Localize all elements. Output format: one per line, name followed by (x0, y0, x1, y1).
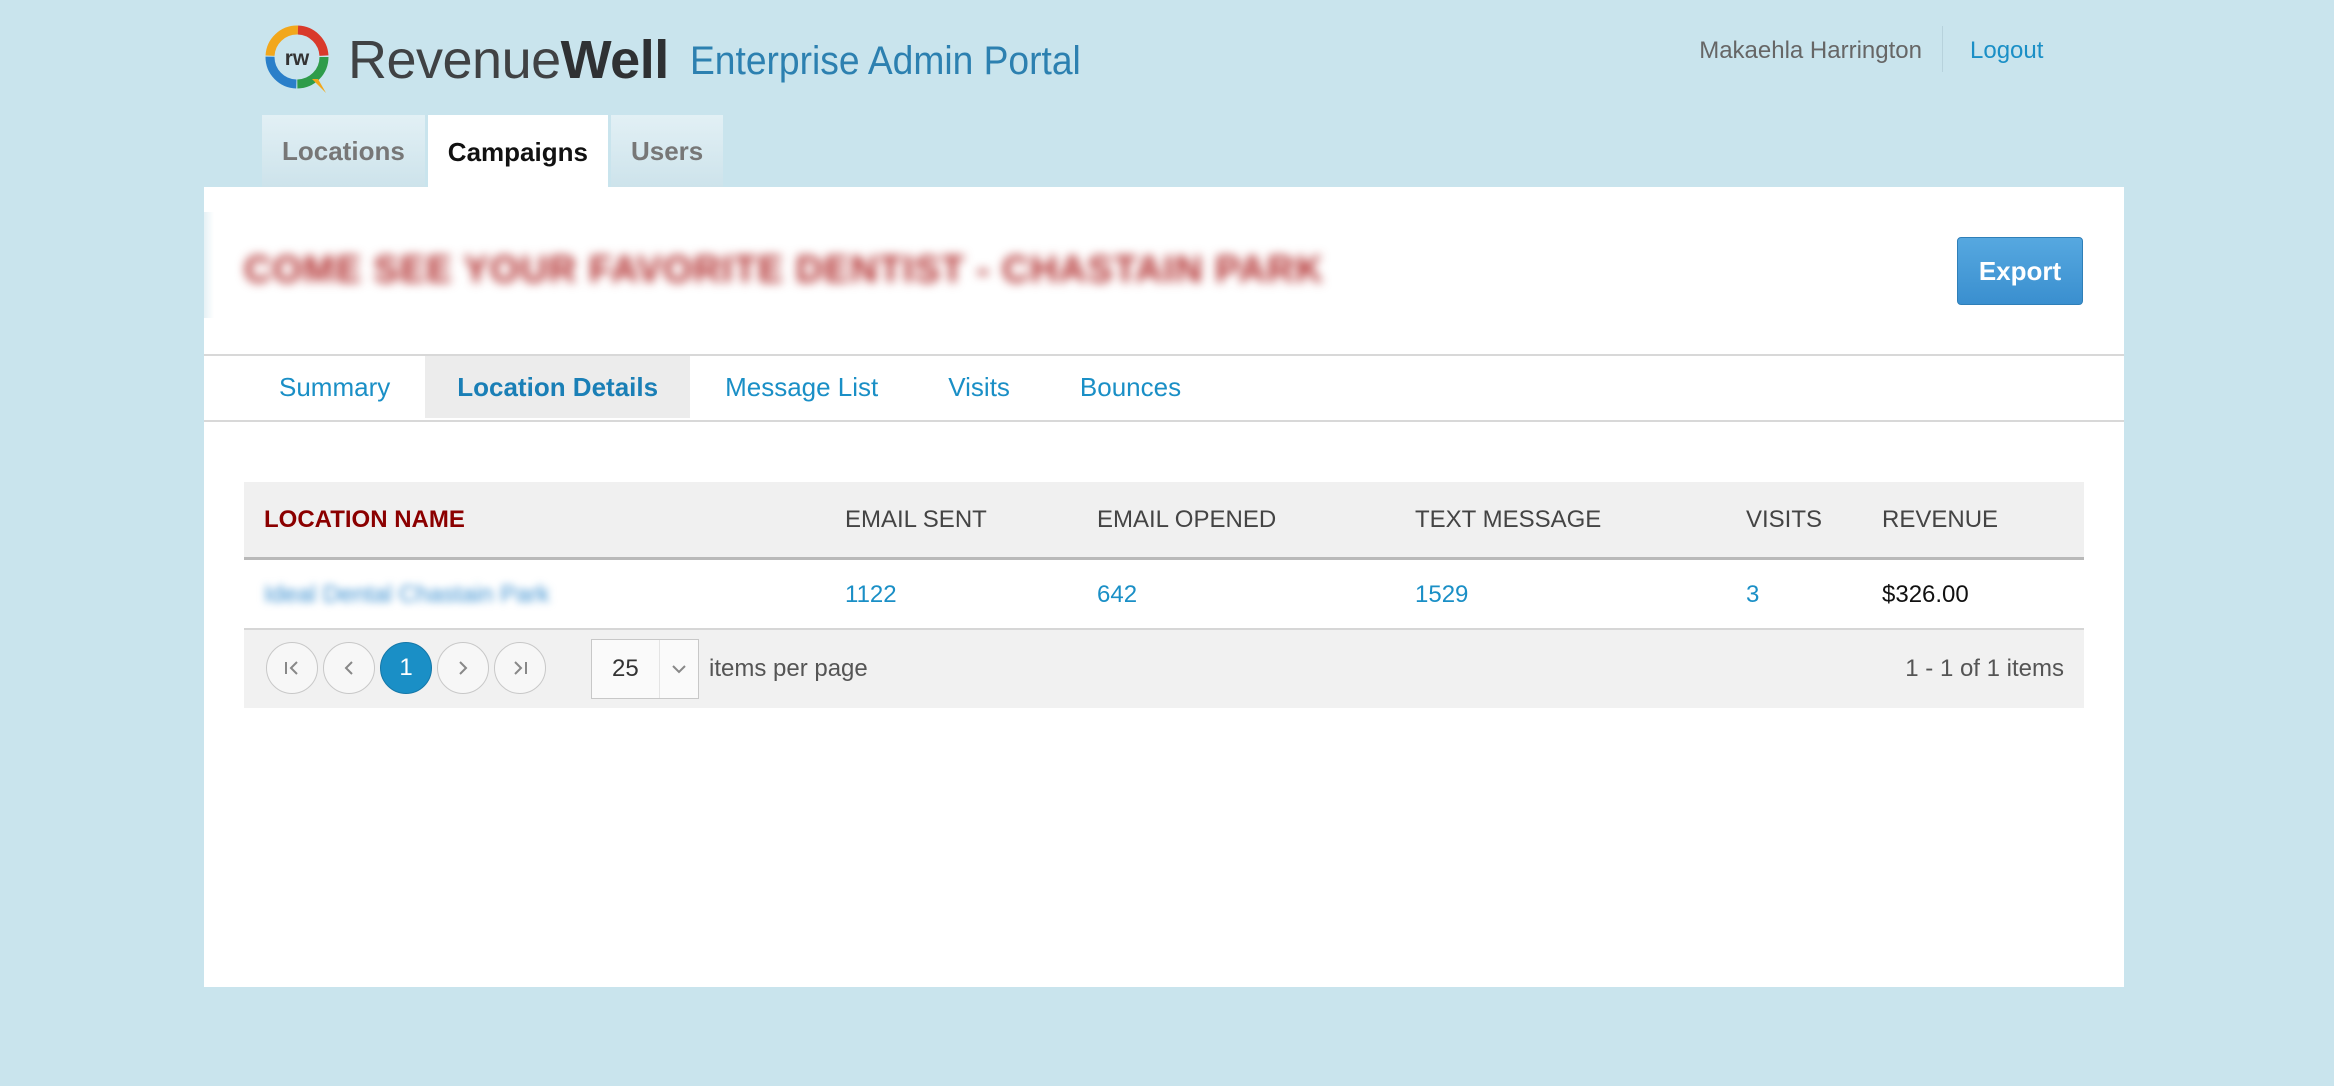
brand-name-light: Revenue (348, 30, 561, 90)
last-page-button[interactable] (494, 642, 546, 694)
content-panel: COME SEE YOUR FAVORITE DENTIST - CHASTAI… (204, 187, 2124, 987)
location-details-grid: LOCATION NAME EMAIL SENT EMAIL OPENED TE… (244, 482, 2084, 708)
user-name: Makaehla Harrington (1699, 37, 1922, 64)
tab-locations[interactable]: Locations (262, 115, 425, 187)
header-divider (1942, 26, 1943, 72)
page-size-dropdown[interactable] (658, 640, 698, 698)
brand-name-bold: Well (560, 30, 670, 90)
export-button[interactable]: Export (1957, 237, 2083, 305)
logout-link[interactable]: Logout (1970, 36, 2043, 66)
portal-title: Enterprise Admin Portal (690, 39, 1081, 83)
column-header-location-name[interactable]: LOCATION NAME (264, 482, 465, 557)
tab-users[interactable]: Users (610, 115, 724, 187)
location-name-link[interactable]: Ideal Dental Chastain Park (264, 560, 550, 630)
tab-location-details[interactable]: Location Details (425, 356, 691, 418)
brand-name: RevenueWell (348, 28, 669, 92)
campaign-header: COME SEE YOUR FAVORITE DENTIST - CHASTAI… (204, 187, 2124, 356)
first-page-icon (285, 661, 298, 675)
items-per-page-label: items per page (709, 655, 868, 682)
revenue-value: $326.00 (1882, 581, 1969, 608)
current-page-button[interactable]: 1 (380, 642, 432, 694)
page-size-value: 25 (612, 655, 639, 682)
grid-header: LOCATION NAME EMAIL SENT EMAIL OPENED TE… (244, 482, 2084, 560)
chevron-down-icon (672, 665, 686, 674)
last-page-icon (514, 661, 527, 675)
tab-bounces[interactable]: Bounces (1045, 356, 1216, 418)
main-tabs: Locations Campaigns Users (262, 115, 724, 189)
column-header-visits[interactable]: VISITS (1746, 482, 1822, 557)
visits-link[interactable]: 3 (1746, 560, 1759, 630)
revenuewell-logo: rw (262, 23, 332, 95)
tab-visits[interactable]: Visits (913, 356, 1045, 418)
column-header-revenue[interactable]: REVENUE (1882, 482, 1998, 557)
table-row: Ideal Dental Chastain Park 1122 642 1529… (244, 560, 2084, 630)
svg-text:rw: rw (285, 47, 310, 70)
campaign-title: COME SEE YOUR FAVORITE DENTIST - CHASTAI… (244, 249, 1324, 291)
text-message-link[interactable]: 1529 (1415, 560, 1468, 630)
chevron-left-icon (344, 661, 353, 675)
campaign-header-accent (204, 212, 214, 318)
tab-campaigns[interactable]: Campaigns (427, 115, 608, 189)
page-size-select[interactable]: 25 (591, 639, 699, 699)
column-header-email-sent[interactable]: EMAIL SENT (845, 482, 987, 557)
tab-summary[interactable]: Summary (244, 356, 425, 418)
sub-tabs-divider (204, 420, 2124, 422)
grid-pager: 1 25 items per page 1 - 1 of 1 items (244, 630, 2084, 708)
first-page-button[interactable] (266, 642, 318, 694)
column-header-email-opened[interactable]: EMAIL OPENED (1097, 482, 1276, 557)
pager-info: 1 - 1 of 1 items (1905, 655, 2064, 682)
campaign-sub-tabs: Summary Location Details Message List Vi… (244, 356, 1216, 420)
chevron-right-icon (459, 661, 468, 675)
next-page-button[interactable] (437, 642, 489, 694)
column-header-text-message[interactable]: TEXT MESSAGE (1415, 482, 1601, 557)
email-opened-link[interactable]: 642 (1097, 560, 1137, 630)
email-sent-link[interactable]: 1122 (845, 560, 897, 630)
previous-page-button[interactable] (323, 642, 375, 694)
tab-message-list[interactable]: Message List (690, 356, 913, 418)
